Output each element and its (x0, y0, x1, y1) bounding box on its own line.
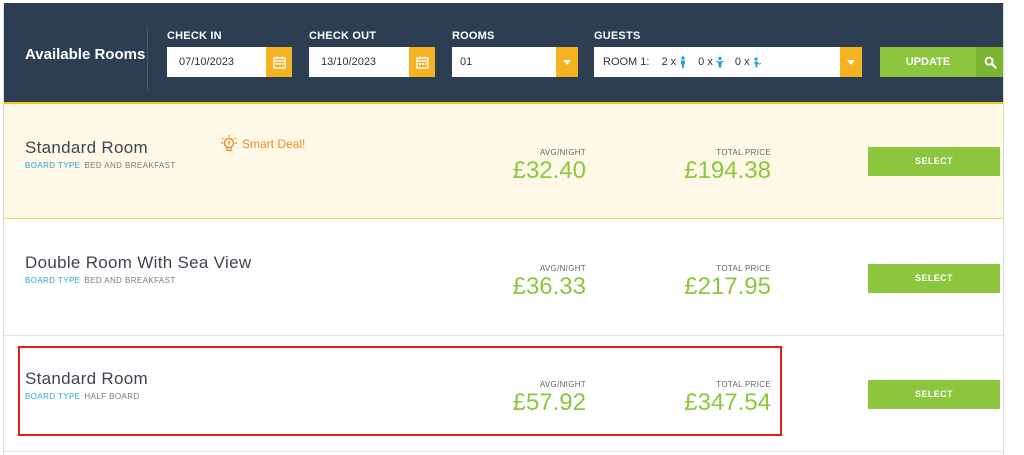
avg-night-label: AVG/NIGHT (539, 148, 586, 157)
total-price-label: TOTAL PRICE (716, 264, 771, 273)
check-out-field[interactable]: 13/10/2023 (309, 47, 435, 77)
check-in-value: 07/10/2023 (179, 56, 235, 68)
room-name: Double Room With Sea View (25, 253, 252, 272)
check-in-field[interactable]: 07/10/2023 (167, 47, 292, 77)
avg-night-label: AVG/NIGHT (539, 264, 586, 273)
adults-count: 2 x (661, 56, 677, 68)
rooms-select[interactable]: 01 (452, 47, 578, 77)
infants-count: 0 x (734, 56, 750, 68)
calendar-icon[interactable] (266, 47, 292, 77)
avg-night-price: £36.33 (512, 273, 586, 300)
select-button[interactable]: SELECT (868, 147, 1000, 176)
check-out-label: CHECK OUT (309, 30, 377, 42)
total-price-label: TOTAL PRICE (716, 148, 771, 157)
smart-deal-badge: Smart Deal! (221, 135, 305, 153)
room-row: Standard Room BOARD TYPE BED AND BREAKFAS… (4, 104, 1003, 219)
check-in-label: CHECK IN (167, 30, 222, 42)
rooms-value: 01 (460, 56, 473, 68)
header-divider (147, 28, 148, 90)
adult-icon (678, 56, 688, 68)
infant-icon (752, 56, 762, 68)
guests-summary: ROOM 1: 2 x 0 x 0 x (603, 56, 762, 68)
guests-select[interactable]: ROOM 1: 2 x 0 x 0 x (594, 47, 862, 77)
board-type-value: BED AND BREAKFAST (84, 161, 176, 170)
board-type: BOARD TYPE BED AND BREAKFAST (25, 161, 176, 170)
select-button[interactable]: SELECT (868, 380, 1000, 409)
check-out-value: 13/10/2023 (321, 56, 377, 68)
page-title: Available Rooms (25, 46, 146, 63)
room-row: Double Room With Sea View BOARD TYPE BED … (4, 219, 1003, 336)
total-price: £217.95 (684, 273, 771, 300)
board-type: BOARD TYPE BED AND BREAKFAST (25, 276, 176, 285)
board-type-value: BED AND BREAKFAST (84, 276, 176, 285)
avg-night-price: £32.40 (512, 157, 586, 184)
board-type-label: BOARD TYPE (25, 276, 81, 285)
calendar-icon[interactable] (409, 47, 435, 77)
update-button[interactable]: UPDATE (880, 47, 976, 77)
highlight-outline (18, 346, 782, 436)
board-type-label: BOARD TYPE (25, 161, 81, 170)
children-count: 0 x (698, 56, 713, 68)
chevron-down-icon[interactable] (840, 47, 862, 77)
smart-deal-text: Smart Deal! (242, 137, 306, 151)
search-bar: Available Rooms CHECK IN 07/10/2023 CHEC… (4, 3, 1003, 104)
total-price: £194.38 (684, 157, 771, 184)
child-icon (715, 56, 725, 68)
guests-label: GUESTS (594, 30, 641, 42)
room-name: Standard Room (25, 138, 148, 157)
chevron-down-icon[interactable] (556, 47, 578, 77)
room-results-panel: Available Rooms CHECK IN 07/10/2023 CHEC… (3, 3, 1004, 455)
select-button[interactable]: SELECT (868, 264, 1000, 293)
lightbulb-icon (221, 135, 237, 152)
guests-room-label: ROOM 1: (603, 56, 650, 68)
rooms-label: ROOMS (452, 30, 495, 42)
search-icon[interactable] (976, 47, 1003, 77)
